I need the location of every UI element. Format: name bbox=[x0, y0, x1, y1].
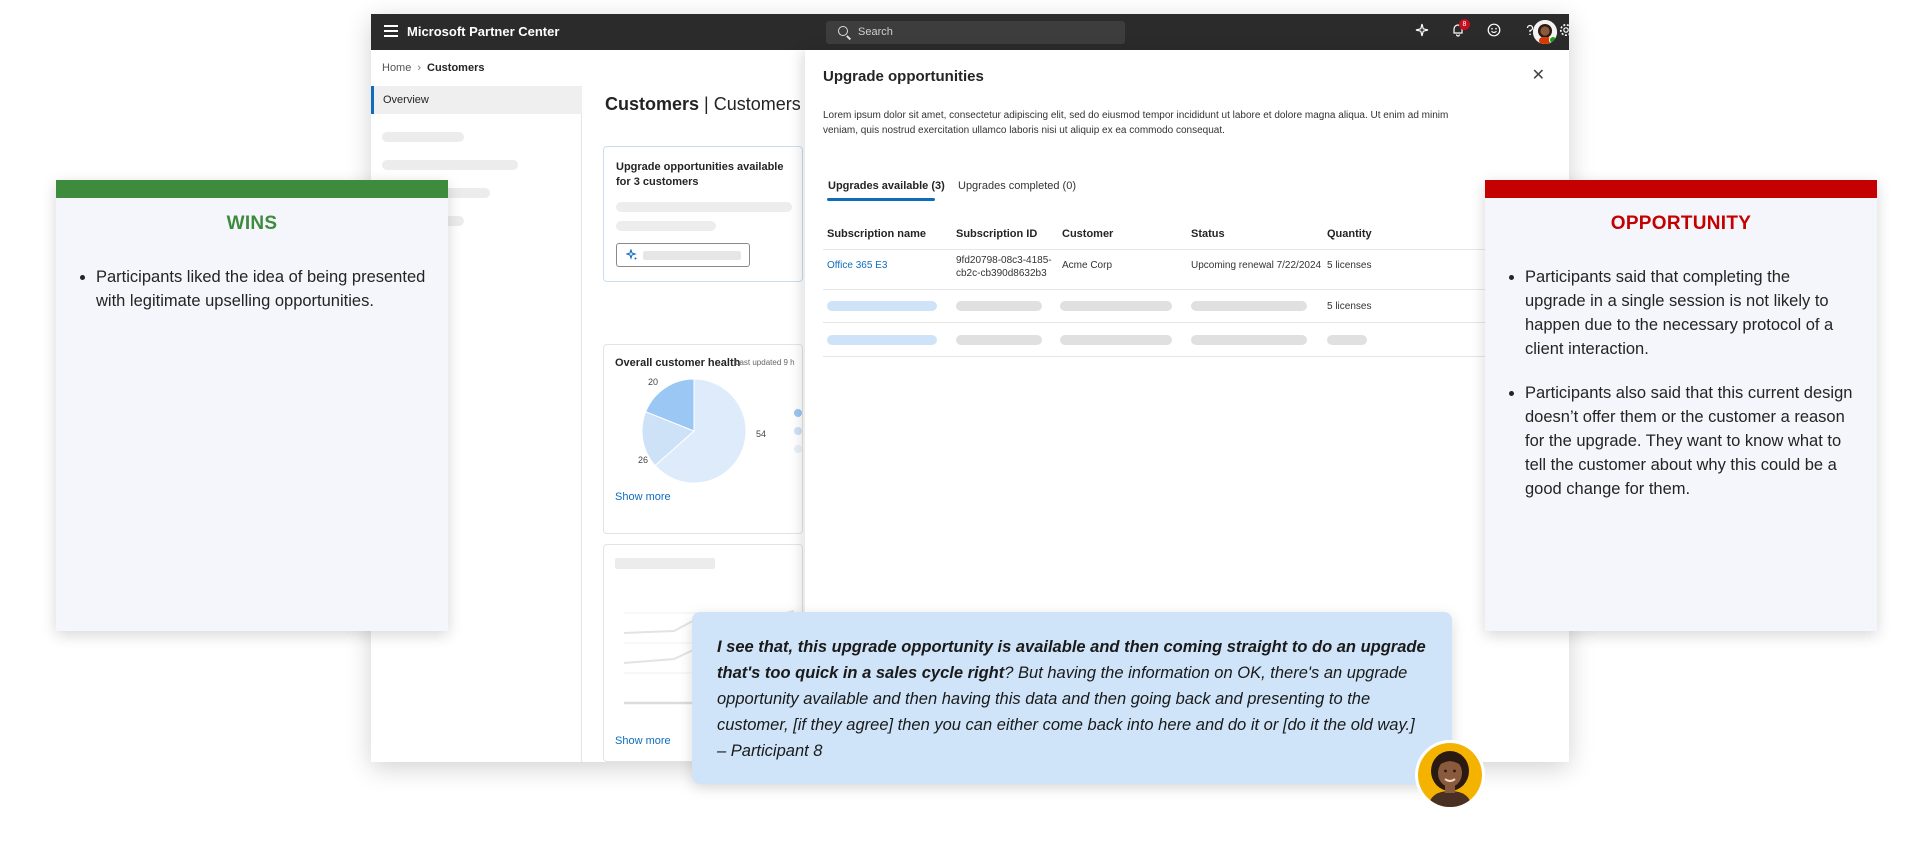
participant-avatar-icon bbox=[1415, 740, 1485, 810]
chevron-right-icon: › bbox=[417, 62, 422, 74]
hamburger-menu-icon[interactable] bbox=[384, 25, 398, 39]
column-header-subscription-name[interactable]: Subscription name bbox=[827, 228, 926, 240]
smiley-feedback-icon[interactable] bbox=[1485, 23, 1503, 41]
subscription-id-line2: cb2c-cb390d8632b3 bbox=[956, 268, 1047, 279]
gear-settings-icon[interactable] bbox=[1557, 23, 1569, 41]
trend-show-more-link[interactable]: Show more bbox=[615, 735, 671, 747]
breadcrumb-current: Customers bbox=[427, 62, 485, 74]
skeleton-bar bbox=[1060, 301, 1172, 311]
wins-heading: WINS bbox=[226, 213, 278, 234]
skeleton-bar bbox=[827, 301, 937, 311]
column-header-subscription-id[interactable]: Subscription ID bbox=[956, 228, 1037, 240]
column-header-status[interactable]: Status bbox=[1191, 228, 1225, 240]
table-divider bbox=[823, 322, 1569, 323]
sparkle-icon[interactable] bbox=[1413, 23, 1431, 41]
search-icon bbox=[838, 26, 848, 36]
user-avatar[interactable] bbox=[1533, 20, 1557, 44]
view-upgrades-button[interactable] bbox=[616, 243, 750, 267]
pie-label: 20 bbox=[648, 377, 659, 387]
notification-bell-icon[interactable]: 8 bbox=[1449, 19, 1470, 41]
tab-upgrades-available[interactable]: Upgrades available (3) bbox=[828, 180, 945, 192]
pie-label: 26 bbox=[638, 455, 649, 465]
card-skeleton bbox=[616, 202, 792, 212]
legend-dot bbox=[794, 409, 802, 417]
breadcrumb-home[interactable]: Home bbox=[382, 62, 411, 74]
customer-health-card: Overall customer health Last updated 9 h… bbox=[603, 344, 803, 534]
close-icon[interactable]: ✕ bbox=[1532, 68, 1545, 84]
presence-status-icon bbox=[1549, 36, 1557, 44]
column-header-customer[interactable]: Customer bbox=[1062, 228, 1113, 240]
health-show-more-link[interactable]: Show more bbox=[615, 491, 671, 503]
table-divider bbox=[823, 289, 1569, 290]
opportunity-color-band bbox=[1485, 180, 1877, 198]
skeleton-bar bbox=[956, 301, 1042, 311]
participant-quote-card: I see that, this upgrade opportunity is … bbox=[692, 612, 1452, 784]
panel-title: Upgrade opportunities bbox=[823, 68, 984, 85]
opportunity-item: Participants said that completing the up… bbox=[1525, 265, 1855, 361]
quote-text: I see that, this upgrade opportunity is … bbox=[717, 634, 1426, 764]
skeleton-bar bbox=[1191, 301, 1307, 311]
search-placeholder: Search bbox=[858, 26, 893, 38]
health-last-updated: Last updated 9 h bbox=[735, 358, 795, 367]
sparkle-icon bbox=[626, 249, 637, 260]
wins-item: Participants liked the idea of being pre… bbox=[96, 265, 426, 313]
table-divider bbox=[823, 249, 1569, 250]
breadcrumb: Home › Customers bbox=[382, 62, 484, 74]
skeleton-bar bbox=[1060, 335, 1172, 345]
skeleton-bar bbox=[1327, 335, 1367, 345]
subscription-id-line1: 9fd20798-08c3-4185- bbox=[956, 255, 1052, 266]
subscription-id: 9fd20798-08c3-4185- cb2c-cb390d8632b3 bbox=[956, 248, 1052, 280]
pie-label: 54 bbox=[756, 429, 767, 439]
page-title: Customers | Customers C bbox=[605, 94, 819, 115]
subscription-name-link[interactable]: Office 365 E3 bbox=[827, 260, 887, 271]
card-skeleton bbox=[616, 221, 716, 231]
wins-note-card: WINS Participants liked the idea of bein… bbox=[56, 180, 448, 631]
notification-count-badge: 8 bbox=[1459, 19, 1470, 30]
opportunity-heading: OPPORTUNITY bbox=[1610, 213, 1752, 234]
legend-dot bbox=[794, 445, 802, 453]
wins-list: Participants liked the idea of being pre… bbox=[96, 265, 426, 333]
legend-dot bbox=[794, 427, 802, 435]
quantity-text: 5 licenses bbox=[1327, 301, 1372, 312]
health-card-title: Overall customer health bbox=[615, 357, 741, 369]
active-tab-indicator bbox=[827, 198, 935, 201]
opportunity-list: Participants said that completing the up… bbox=[1525, 265, 1855, 521]
skeleton-bar bbox=[1191, 335, 1307, 345]
customer-name: Acme Corp bbox=[1062, 260, 1113, 271]
opportunity-item: Participants also said that this current… bbox=[1525, 381, 1855, 501]
panel-description: Lorem ipsum dolor sit amet, consectetur … bbox=[823, 110, 1449, 136]
wins-color-band bbox=[56, 180, 448, 198]
tab-upgrades-completed[interactable]: Upgrades completed (0) bbox=[958, 180, 1076, 192]
nav-skeleton bbox=[382, 160, 518, 170]
app-title: Microsoft Partner Center bbox=[407, 24, 560, 39]
page-title-rest: | Customers C bbox=[699, 94, 819, 114]
upgrade-card-title: Upgrade opportunities available for 3 cu… bbox=[616, 161, 784, 188]
opportunity-note-card: OPPORTUNITY Participants said that compl… bbox=[1485, 180, 1877, 631]
upgrade-opportunities-card: Upgrade opportunities available for 3 cu… bbox=[603, 146, 803, 282]
column-header-quantity[interactable]: Quantity bbox=[1327, 228, 1372, 240]
table-divider bbox=[823, 356, 1569, 357]
button-label-skeleton bbox=[643, 251, 741, 260]
status-text: Upcoming renewal 7/22/2024 bbox=[1191, 260, 1322, 271]
search-box[interactable]: Search bbox=[826, 21, 1125, 44]
nav-skeleton bbox=[382, 132, 464, 142]
health-pie-chart bbox=[642, 379, 747, 484]
top-bar: Microsoft Partner Center Search 8 bbox=[371, 14, 1569, 50]
skeleton-bar bbox=[956, 335, 1042, 345]
page-title-bold: Customers bbox=[605, 94, 700, 114]
skeleton-bar bbox=[827, 335, 937, 345]
nav-item-overview[interactable]: Overview bbox=[371, 86, 582, 114]
trend-title-skeleton bbox=[615, 558, 715, 569]
quantity-text: 5 licenses bbox=[1327, 260, 1372, 271]
